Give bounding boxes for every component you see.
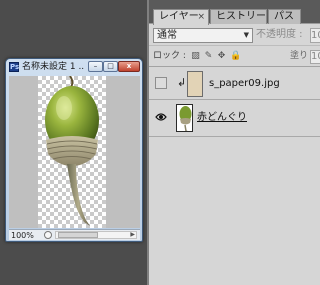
scroll-right-icon[interactable]: ▶ — [130, 232, 135, 238]
opacity-label: 不透明度 : — [256, 29, 303, 40]
lock-label: ロック : — [153, 51, 186, 61]
tab-history[interactable]: ヒストリー — [210, 9, 267, 24]
eye-icon[interactable] — [155, 111, 167, 123]
layers-panel: レイヤー × ヒストリー パス 通常 ▼ 不透明度 : 100 ロック : ▨ … — [147, 0, 320, 285]
tab-close-icon[interactable]: × — [197, 10, 205, 24]
clipping-mask-icon: ↲ — [177, 76, 187, 89]
chevron-down-icon: ▼ — [243, 31, 249, 39]
lock-row: ロック : ▨ ✎ ✥ 🔒 塗り : 100 — [149, 47, 320, 67]
lock-all-icon[interactable]: 🔒 — [230, 52, 241, 61]
layer-thumbnail — [187, 71, 203, 97]
opacity-input[interactable]: 100 — [310, 28, 320, 43]
horizontal-scrollbar[interactable]: ▶ — [55, 231, 137, 239]
document-window[interactable]: Ps 名称未設定 1 ... – □ x 100% ▶ — [5, 58, 143, 242]
document-statusbar: 100% ▶ — [9, 229, 140, 240]
lock-transparency-icon[interactable]: ▨ — [191, 52, 200, 61]
tab-layers-label: レイヤー — [159, 11, 199, 22]
photoshop-doc-icon: Ps — [9, 62, 20, 72]
layers-empty-area — [149, 138, 320, 285]
close-button[interactable]: x — [118, 61, 140, 72]
document-titlebar[interactable]: Ps 名称未設定 1 ... – □ x — [6, 59, 142, 75]
fill-input[interactable]: 100 — [310, 50, 320, 64]
blend-mode-value: 通常 — [157, 30, 177, 41]
document-title: 名称未設定 1 ... — [22, 62, 84, 72]
tab-layers[interactable]: レイヤー × — [153, 9, 209, 25]
layer-thumbnail — [176, 104, 193, 132]
zoom-level[interactable]: 100% — [11, 230, 34, 241]
scrollbar-thumb[interactable] — [58, 232, 98, 238]
layer-options-row: 通常 ▼ 不透明度 : 100 — [149, 25, 320, 46]
document-canvas[interactable] — [9, 76, 140, 228]
tab-paths[interactable]: パス — [268, 9, 301, 24]
maximize-button[interactable]: □ — [103, 61, 118, 72]
layer-row[interactable]: ↲ s_paper09.jpg — [149, 68, 320, 100]
layer-name[interactable]: s_paper09.jpg — [209, 77, 280, 90]
panel-tabstrip: レイヤー × ヒストリー パス — [149, 0, 320, 25]
lock-position-icon[interactable]: ✥ — [217, 52, 226, 61]
layer-row[interactable]: 赤どんぐり — [149, 101, 320, 137]
status-info-icon[interactable] — [44, 231, 52, 239]
lock-image-icon[interactable]: ✎ — [204, 52, 213, 61]
blend-mode-select[interactable]: 通常 ▼ — [153, 28, 253, 43]
visibility-toggle[interactable] — [155, 77, 167, 89]
acorn-image — [45, 76, 99, 226]
layer-name[interactable]: 赤どんぐり — [197, 111, 247, 124]
minimize-button[interactable]: – — [88, 61, 103, 72]
